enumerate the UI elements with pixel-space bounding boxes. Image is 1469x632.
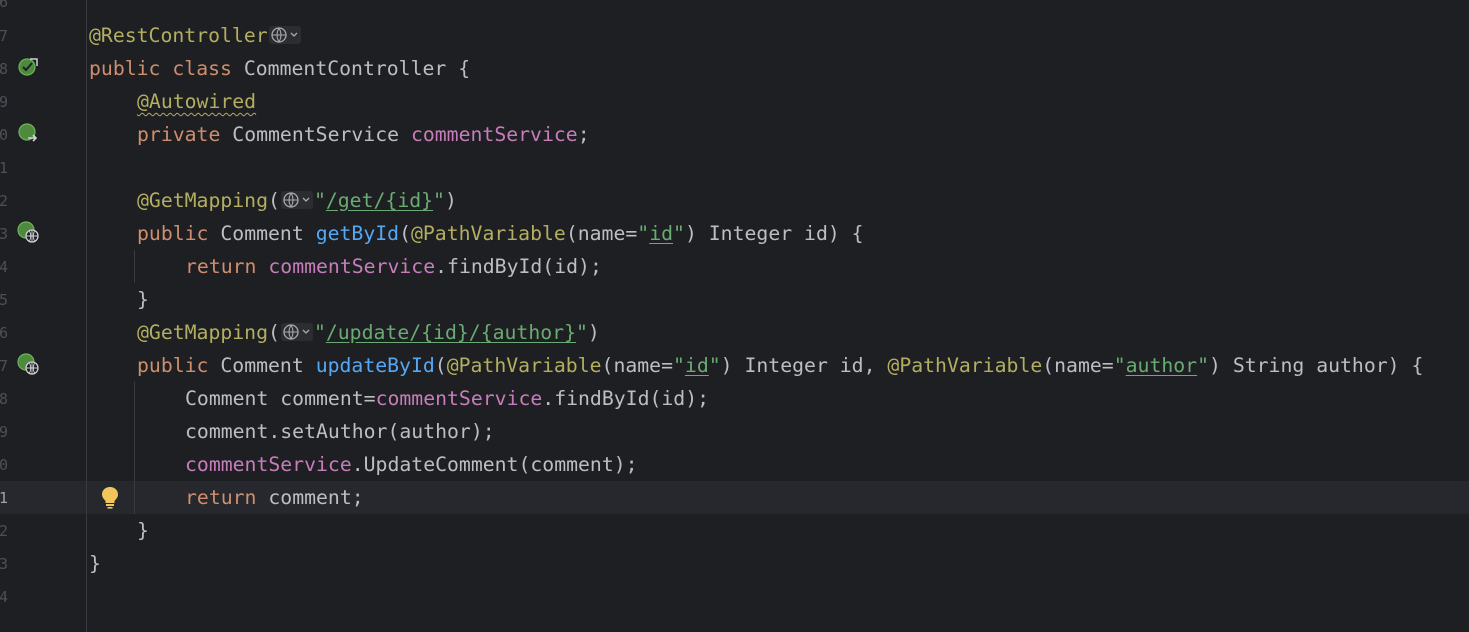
url-path-variable[interactable]: {author} [481,321,576,344]
line-number: 0 [0,126,8,144]
url-path[interactable]: /get/ [326,189,386,212]
line-number: 6 [0,0,8,11]
gutter-divider [86,0,87,632]
annotation-get-mapping: @GetMapping [137,189,269,212]
line-number: 9 [0,423,8,441]
line-number: 1 [0,159,8,177]
line-number: 8 [0,60,8,78]
spring-autowired-icon[interactable] [17,122,39,144]
class-name: CommentController [243,57,447,80]
method-name: getById [315,222,400,245]
annotation-rest-controller: @RestController [89,24,268,47]
code-line[interactable]: private CommentService commentService; [137,118,590,151]
url-path[interactable]: /update/ [326,321,421,344]
lightbulb-icon[interactable] [100,485,120,509]
code-line[interactable]: } [137,283,149,316]
line-number: 3 [0,225,8,243]
indent-guide [134,250,135,283]
code-editor[interactable]: 6 7 8 9 0 1 2 3 4 5 6 7 8 9 0 1 2 3 4 @R… [0,0,1469,632]
url-path-variable[interactable]: {id} [385,189,433,212]
line-number: 0 [0,456,8,474]
line-number: 2 [0,522,8,540]
path-variable-name[interactable]: id [649,222,673,245]
line-number-gutter: 6 7 8 9 0 1 2 3 4 5 6 7 8 9 0 1 2 3 4 [0,0,14,632]
code-line[interactable]: public Comment getById(@PathVariable(nam… [137,217,864,250]
line-number-current: 1 [0,489,8,507]
code-line[interactable]: @RestController [89,19,302,52]
line-number: 2 [0,192,8,210]
line-number: 6 [0,324,8,342]
code-line[interactable]: public class CommentController { [89,52,470,85]
code-line[interactable]: public Comment updateById(@PathVariable(… [137,349,1423,382]
code-line[interactable]: Comment comment=commentService.findById(… [185,382,709,415]
line-number: 4 [0,588,8,606]
url-path-variable[interactable]: {id} [421,321,469,344]
code-line[interactable]: } [89,547,101,580]
globe-icon[interactable] [268,25,302,45]
path-variable-name[interactable]: id [685,354,709,377]
code-line[interactable]: } [137,514,149,547]
line-number: 7 [0,27,8,45]
line-number: 3 [0,555,8,573]
code-line[interactable]: comment.setAuthor(author); [185,415,495,448]
globe-icon[interactable] [280,190,314,210]
spring-bean-icon[interactable] [17,56,39,78]
line-number: 8 [0,390,8,408]
code-line[interactable]: return commentService.findById(id); [185,250,602,283]
annotation-autowired: @Autowired [137,90,257,113]
spring-web-endpoint-icon[interactable] [17,353,39,375]
method-name: updateById [315,354,435,377]
line-number: 9 [0,93,8,111]
globe-icon[interactable] [280,322,314,342]
spring-web-endpoint-icon[interactable] [17,221,39,243]
code-line[interactable]: commentService.UpdateComment(comment); [185,448,638,481]
line-number: 5 [0,291,8,309]
code-line-current[interactable]: return comment; [185,481,364,514]
line-number: 7 [0,357,8,375]
annotation-get-mapping: @GetMapping [137,321,269,344]
path-variable-name[interactable]: author [1126,354,1197,377]
line-number: 4 [0,258,8,276]
code-line[interactable]: @Autowired [137,85,256,118]
code-line[interactable]: @GetMapping("/update/{id}/{author}") [137,316,600,349]
indent-guide [134,382,135,514]
code-line[interactable]: @GetMapping("/get/{id}") [137,184,457,217]
